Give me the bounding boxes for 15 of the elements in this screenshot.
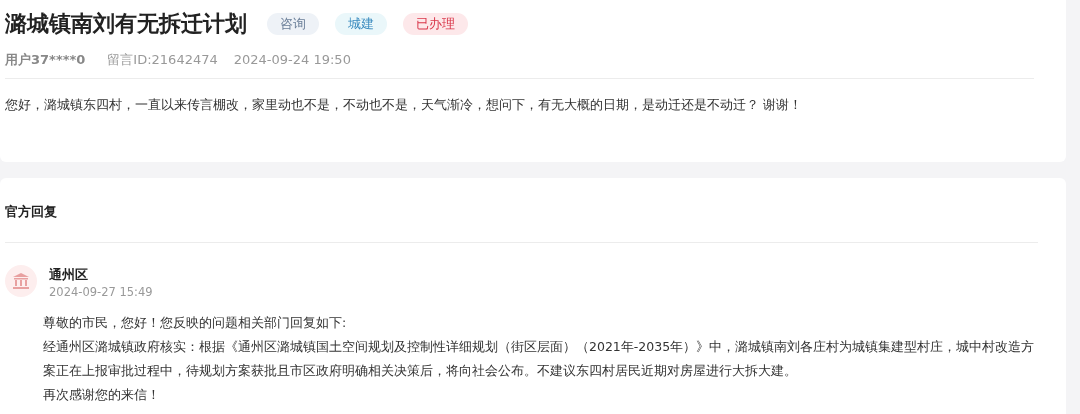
message-id: 留言ID:21642474 bbox=[107, 51, 218, 69]
question-text: 您好，潞城镇东四村，一直以来传言棚改，家里动也不是，不动也不是，天气渐冷，想问下，有无大概的日期，是动迁还是不动迁？ 谢谢！ bbox=[5, 95, 804, 114]
reply-heading: 官方回复 bbox=[5, 203, 58, 221]
department-name: 通州区 bbox=[49, 265, 89, 284]
category-tag: 城建 bbox=[335, 13, 387, 35]
reply-paragraph: 经通州区潞城镇政府核实：根据《通州区潞城镇国土空间规划及控制性详细规划（街区层面）（2021年-2035年）》中，潞城镇南刘各庄村为城镇集建型村庄，城中村改造方案正在上报审批过程中，待规划方案获批且市区政府明确相关决策后，将向社会公布。不建议东四村居民近期对房屋进行大拆大建。 bbox=[43, 338, 1036, 381]
user-name: 用户37****0 bbox=[5, 51, 86, 69]
post-time: 2024-09-24 19:50 bbox=[233, 51, 351, 69]
reply-time: 2024-09-27 15:49 bbox=[49, 284, 153, 301]
category-tag: 咨询 bbox=[267, 13, 319, 35]
reply-paragraph: 再次感谢您的来信！ bbox=[43, 386, 161, 405]
government-building-icon bbox=[5, 264, 37, 297]
question-title: 潞城镇南刘有无拆迁计划 bbox=[5, 10, 247, 38]
category-tag: 已办理 bbox=[403, 13, 468, 35]
reply-paragraph: 尊敬的市民，您好！您反映的问题相关部门回复如下: bbox=[43, 314, 348, 333]
